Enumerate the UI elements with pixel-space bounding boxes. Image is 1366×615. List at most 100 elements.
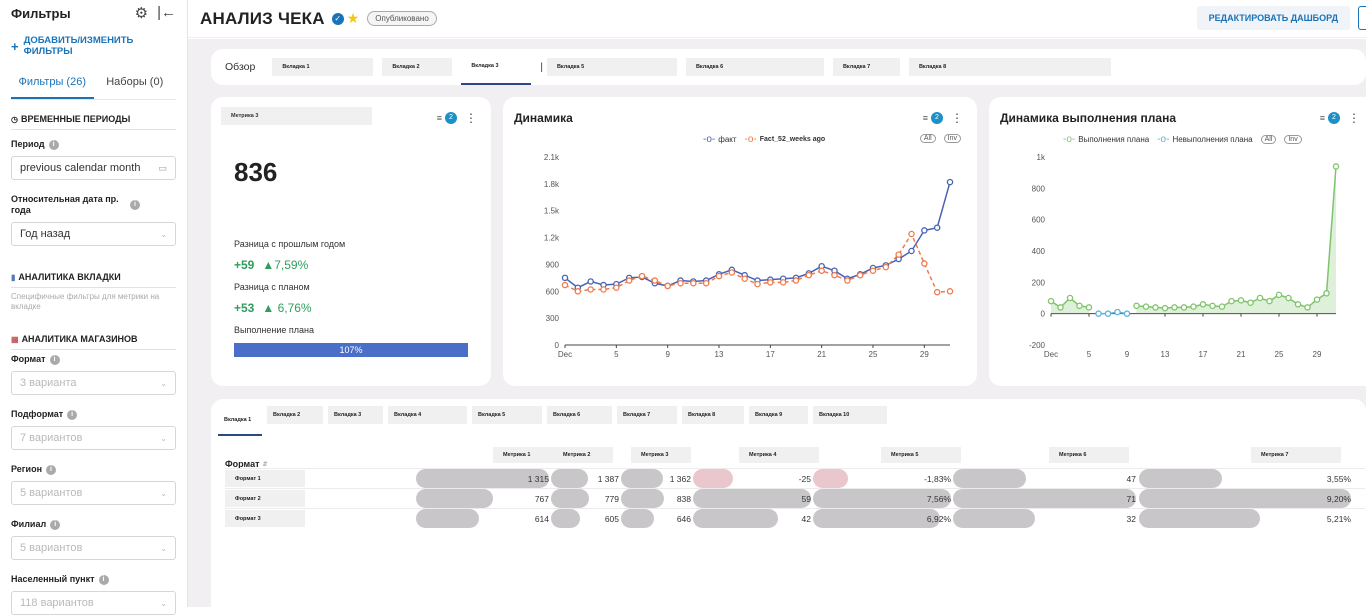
favorite-star-icon[interactable]: ★ bbox=[347, 10, 360, 27]
info-icon[interactable]: i bbox=[67, 409, 78, 420]
section-title: АНАЛИТИКА ВКЛАДКИ bbox=[18, 272, 121, 282]
chevron-down-icon: ⌄ bbox=[160, 433, 167, 443]
collapse-sidebar-icon[interactable]: |← bbox=[157, 4, 176, 22]
info-icon[interactable]: i bbox=[98, 574, 109, 585]
more-vertical-icon[interactable]: ⋮ bbox=[465, 111, 477, 125]
tab-2[interactable]: Вкладка 2 bbox=[382, 58, 453, 76]
column-header[interactable]: Метрика 3 bbox=[631, 447, 691, 463]
x-tick-label: 5 bbox=[614, 350, 619, 359]
section-time-periods: ◷ ВРЕМЕННЫЕ ПЕРИОДЫ bbox=[11, 114, 176, 130]
tab-sets[interactable]: Наборы (0) bbox=[94, 72, 177, 99]
table-tab[interactable]: Вкладка 10 bbox=[813, 406, 887, 424]
data-point bbox=[1114, 308, 1121, 316]
y-tick-label: 0 bbox=[555, 341, 560, 350]
table-tab[interactable]: Вкладка 3 bbox=[328, 406, 383, 424]
format-label: Формат i bbox=[11, 354, 176, 365]
format-value: 3 варианта bbox=[20, 377, 77, 389]
period-select[interactable]: previous calendar month ▭ bbox=[11, 156, 176, 180]
table-cell: 7,56% bbox=[926, 493, 951, 504]
column-header[interactable]: Метрика 7 bbox=[1251, 447, 1341, 463]
region-select[interactable]: 5 вариантов ⌄ bbox=[11, 481, 176, 505]
period-value: previous calendar month bbox=[20, 162, 141, 174]
table-cell: 9,20% bbox=[1326, 493, 1351, 504]
column-header[interactable]: Метрика 4 bbox=[739, 447, 819, 463]
label-text: Регион bbox=[11, 464, 42, 474]
data-point bbox=[587, 286, 594, 293]
tab-3[interactable]: Вкладка 3 bbox=[461, 49, 532, 85]
data-point bbox=[933, 224, 941, 231]
label-text: Подформат bbox=[11, 409, 64, 419]
format-select[interactable]: 3 варианта ⌄ bbox=[11, 371, 176, 395]
data-point bbox=[1076, 302, 1083, 310]
exec-progress-fill: 107% bbox=[234, 343, 468, 357]
y-tick-label: 600 bbox=[1032, 216, 1046, 225]
data-point bbox=[882, 263, 890, 271]
data-point bbox=[1209, 302, 1216, 310]
info-icon[interactable]: i bbox=[46, 464, 56, 475]
data-point bbox=[767, 279, 774, 286]
filter-indicator[interactable]: ≡ 2 bbox=[437, 112, 457, 124]
relative-date-label: Относительная дата пр. года i bbox=[11, 194, 176, 216]
info-icon[interactable]: i bbox=[50, 519, 61, 530]
column-header[interactable]: Метрика 6 bbox=[1049, 447, 1129, 463]
edit-dashboard-button[interactable]: РЕДАКТИРОВАТЬ ДАШБОРД bbox=[1196, 6, 1350, 30]
table-tab[interactable]: Вкладка 1 bbox=[218, 406, 262, 436]
store-icon: ▦ bbox=[11, 334, 19, 344]
tab-7[interactable]: Вкладка 7 bbox=[832, 58, 900, 76]
y-tick-label: 400 bbox=[1032, 247, 1046, 256]
table-cell: 767 bbox=[534, 493, 549, 504]
tab-5[interactable]: Вкладка 5 bbox=[546, 58, 677, 76]
data-point bbox=[933, 288, 941, 296]
table-cell: 59 bbox=[801, 493, 811, 504]
table-tab[interactable]: Вкладка 5 bbox=[472, 406, 542, 424]
data-point bbox=[1275, 291, 1283, 299]
column-header[interactable]: Метрика 5 bbox=[881, 447, 961, 463]
table-tab[interactable]: Вкладка 4 bbox=[388, 406, 467, 424]
region-value: 5 вариантов bbox=[20, 487, 83, 499]
add-filters-button[interactable]: + ДОБАВИТЬ/ИЗМЕНИТЬ ФИЛЬТРЫ bbox=[11, 35, 176, 57]
sort-icon: ⇵ bbox=[262, 461, 268, 468]
section-store-analytics: ▦ АНАЛИТИКА МАГАЗИНОВ bbox=[11, 334, 176, 350]
tab-6[interactable]: Вкладка 6 bbox=[685, 58, 824, 76]
table-tab[interactable]: Вкладка 9 bbox=[749, 406, 808, 424]
data-point bbox=[574, 288, 582, 295]
branch-value: 5 вариантов bbox=[20, 542, 83, 554]
chevron-down-icon: ⌄ bbox=[160, 229, 167, 239]
table-tab[interactable]: Вкладка 7 bbox=[617, 406, 677, 424]
data-point bbox=[921, 260, 928, 267]
column-header[interactable]: Метрика 2 bbox=[553, 447, 613, 463]
dynamics-chart-card: Динамика ≡ 2 ⋮ -o-факт -o- Fact_52_weeks a… bbox=[503, 97, 977, 386]
info-icon[interactable]: i bbox=[130, 200, 140, 210]
subformat-select[interactable]: 7 вариантов ⌄ bbox=[11, 426, 176, 450]
info-icon[interactable]: i bbox=[48, 139, 59, 150]
data-point bbox=[677, 279, 684, 287]
exec-progress-track: 107% bbox=[234, 343, 468, 357]
data-point bbox=[1152, 304, 1159, 311]
tab-filters[interactable]: Фильтры (26) bbox=[11, 72, 94, 99]
subformat-label: Подформат i bbox=[11, 409, 176, 420]
relative-date-select[interactable]: Год назад ⌄ bbox=[11, 222, 176, 246]
plus-icon: + bbox=[11, 38, 19, 54]
city-select[interactable]: 118 вариантов ⌄ bbox=[11, 591, 176, 615]
tab-1[interactable]: Вкладка 1 bbox=[272, 58, 374, 76]
table-tab[interactable]: Вкладка 2 bbox=[267, 406, 323, 424]
kpi-card: Метрика 3 ≡ 2 ⋮ 836 Разница с прошлым год… bbox=[211, 97, 491, 386]
plan-pct: ▲ 6,76% bbox=[262, 301, 312, 315]
data-point bbox=[1228, 297, 1235, 305]
more-actions-button[interactable] bbox=[1358, 6, 1366, 30]
tab-overview[interactable]: Обзор bbox=[225, 61, 255, 73]
table-tabs: Вкладка 1 Вкладка 2 Вкладка 3 Вкладка 4 Вкла… bbox=[218, 406, 892, 436]
data-point bbox=[792, 277, 800, 284]
table-tab[interactable]: Вкладка 6 bbox=[547, 406, 612, 424]
data-point bbox=[1066, 294, 1074, 302]
sidebar-header: Фильтры ⚙ |← bbox=[11, 2, 176, 24]
relative-date-value: Год назад bbox=[20, 228, 71, 240]
table-tab[interactable]: Вкладка 8 bbox=[682, 406, 744, 424]
x-tick-label: 25 bbox=[869, 350, 878, 359]
info-icon[interactable]: i bbox=[49, 354, 60, 365]
branch-select[interactable]: 5 вариантов ⌄ bbox=[11, 536, 176, 560]
settings-gear-icon[interactable]: ⚙ bbox=[135, 4, 148, 22]
y-tick-label: 0 bbox=[1041, 310, 1046, 319]
data-point bbox=[1095, 310, 1102, 317]
tab-8[interactable]: Вкладка 8 bbox=[908, 58, 1111, 76]
